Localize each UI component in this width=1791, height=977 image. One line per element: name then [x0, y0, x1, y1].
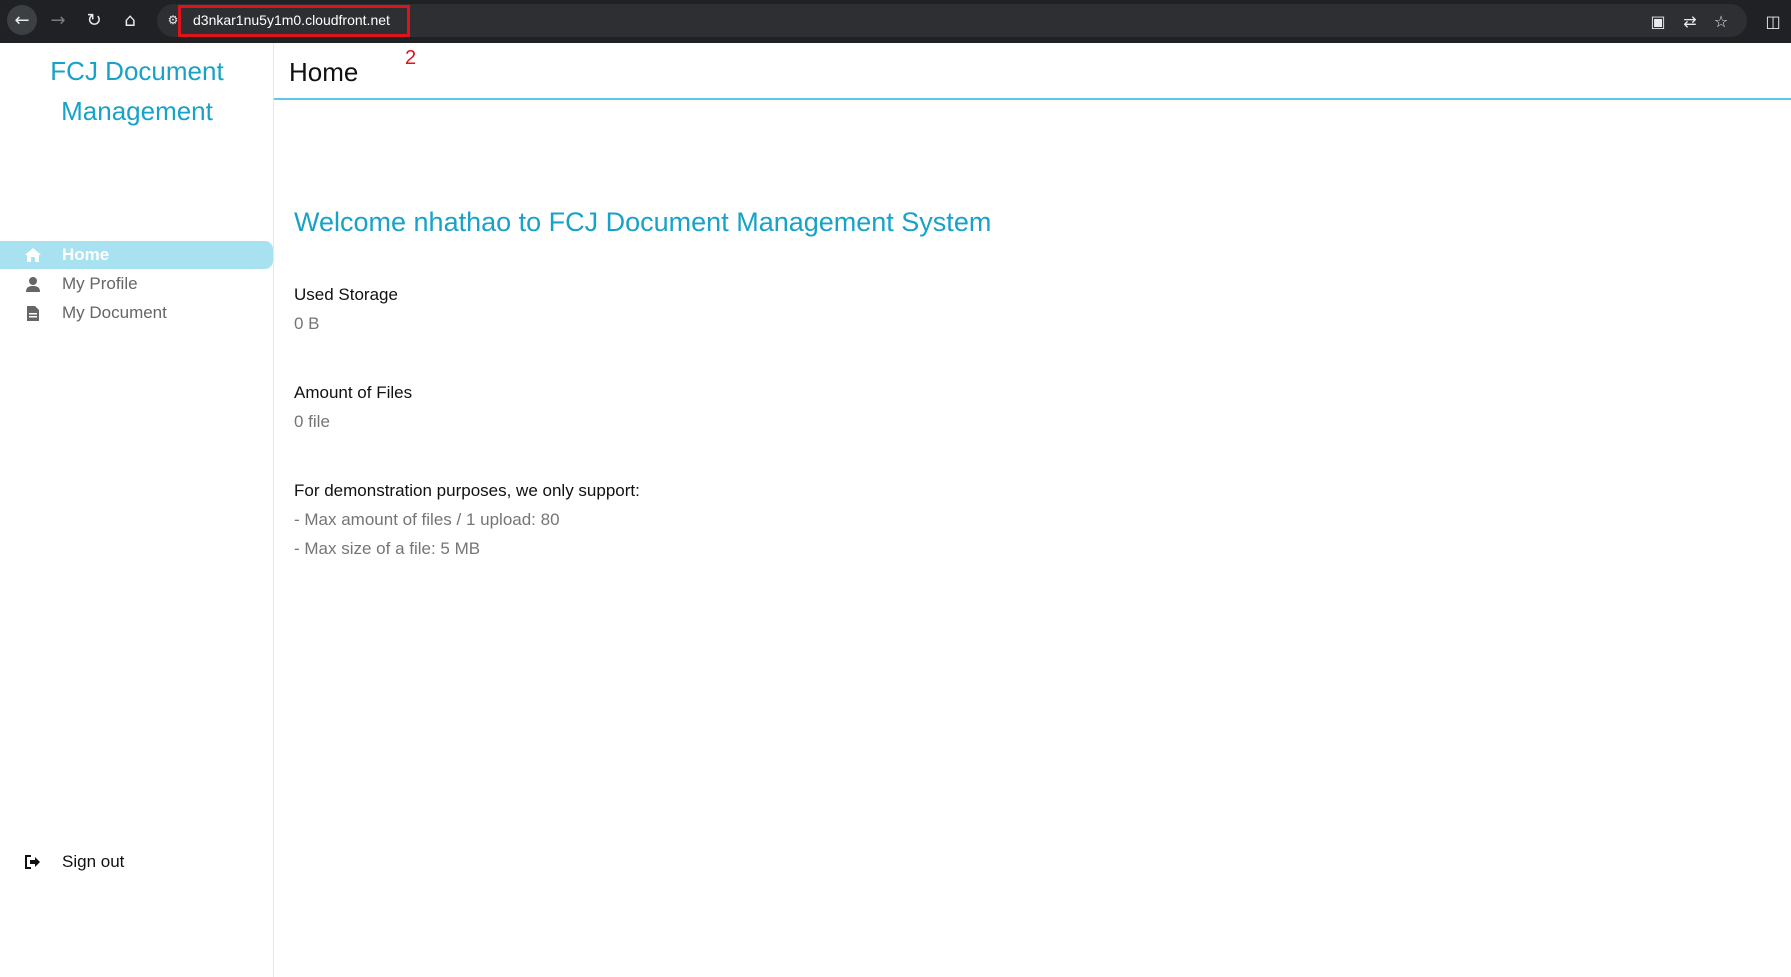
- brand-title[interactable]: FCJ Document Management: [0, 51, 274, 131]
- user-icon: [24, 275, 42, 293]
- amount-files-label: Amount of Files: [294, 383, 413, 402]
- document-icon: [24, 304, 42, 322]
- brand-line-1: FCJ Document: [50, 56, 224, 86]
- page-title: Home: [289, 57, 359, 87]
- support-item: - Max amount of files / 1 upload: 80: [294, 510, 560, 529]
- brand-line-2: Management: [61, 96, 213, 126]
- sign-out-icon: [24, 853, 42, 871]
- page-header: Home: [274, 43, 1791, 100]
- amount-files-value: 0 file: [294, 412, 330, 431]
- sidebar-item-label: My Profile: [62, 274, 138, 293]
- sidebar-item-my-document[interactable]: My Document: [0, 299, 273, 327]
- sign-out-label: Sign out: [62, 852, 125, 871]
- sidebar-item-my-profile[interactable]: My Profile: [0, 270, 273, 298]
- browser-toolbar: ← → ↻ ⌂ ⚙ d3nkar1nu5y1m0.cloudfront.net …: [0, 0, 1791, 43]
- welcome-heading: Welcome nhathao to FCJ Document Manageme…: [294, 207, 992, 237]
- install-app-icon[interactable]: ▣: [1646, 9, 1670, 33]
- translate-icon[interactable]: ⇄: [1678, 9, 1702, 33]
- sidebar-item-home[interactable]: Home: [0, 241, 273, 269]
- support-item: - Max size of a file: 5 MB: [294, 539, 481, 558]
- forward-arrow-icon[interactable]: →: [43, 5, 73, 35]
- extensions-icon[interactable]: ◫: [1761, 9, 1785, 33]
- support-label: For demonstration purposes, we only supp…: [294, 481, 640, 500]
- bookmark-star-icon[interactable]: ☆: [1709, 9, 1733, 33]
- sidebar: FCJ Document Management Home My Profile …: [0, 43, 274, 977]
- back-arrow-icon[interactable]: ←: [7, 5, 37, 35]
- used-storage-label: Used Storage: [294, 285, 398, 304]
- sidebar-item-label: Home: [62, 245, 110, 264]
- home-icon[interactable]: ⌂: [115, 5, 145, 35]
- sign-out-button[interactable]: Sign out: [0, 848, 273, 876]
- used-storage-value: 0 B: [294, 314, 320, 333]
- home-icon: [24, 246, 42, 264]
- sidebar-item-label: My Document: [62, 303, 167, 322]
- url-text[interactable]: d3nkar1nu5y1m0.cloudfront.net: [193, 12, 390, 28]
- reload-icon[interactable]: ↻: [79, 5, 109, 35]
